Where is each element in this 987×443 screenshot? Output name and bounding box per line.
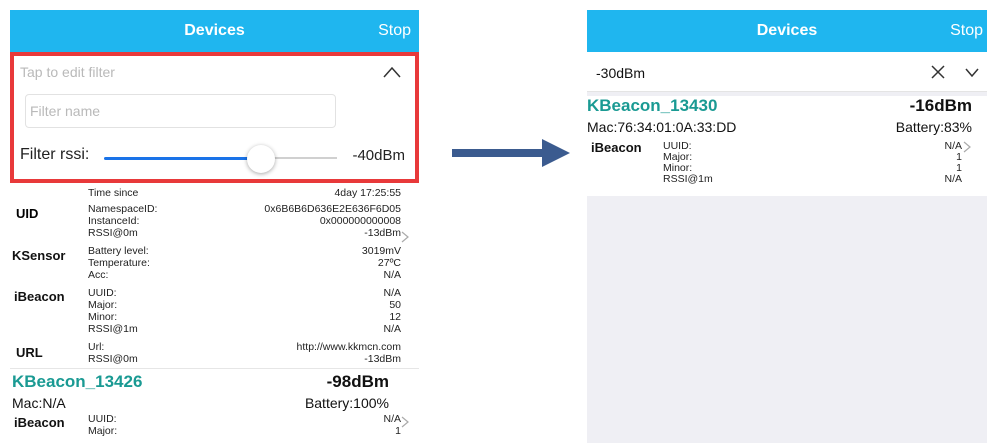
nav-bar: Devices Stop: [587, 10, 987, 52]
detail-row: Time since 4day 17:25:55: [88, 187, 401, 199]
detail-row: Major: 1: [88, 425, 401, 437]
detail-key: Major:: [88, 299, 118, 311]
nav-bar: Devices Stop: [10, 10, 419, 52]
filter-name-input[interactable]: [25, 94, 336, 128]
device-name: KBeacon_13426: [12, 372, 143, 391]
detail-row: Acc: N/A: [88, 269, 401, 281]
device-battery: Battery:83%: [895, 119, 972, 135]
detail-row: Major: 50: [88, 299, 401, 311]
detail-value: http://www.kkmcn.com: [296, 341, 401, 353]
chevron-up-icon[interactable]: [383, 66, 401, 78]
detail-value: -13dBm: [364, 227, 401, 239]
rssi-slider-thumb[interactable]: [247, 145, 275, 173]
filter-hint[interactable]: Tap to edit filter: [20, 64, 115, 80]
detail-value: 12: [389, 311, 401, 323]
detail-key: InstanceId:: [88, 215, 140, 227]
filter-bar: -30dBm: [587, 52, 987, 92]
device-battery: Battery:100%: [304, 395, 389, 411]
nav-title: Devices: [184, 22, 245, 39]
detail-row: RSSI@1m N/A: [663, 173, 962, 185]
detail-row: Temperature: 27ºC: [88, 257, 401, 269]
detail-value: 50: [389, 299, 401, 311]
detail-row: Minor: 12: [88, 311, 401, 323]
detail-key: RSSI@1m: [663, 173, 713, 185]
close-icon[interactable]: [931, 65, 945, 79]
right-screenshot: Devices Stop -30dBm KBeacon_13430 -16dBm…: [587, 10, 987, 443]
detail-key: Battery level:: [88, 245, 149, 257]
detail-value: 4day 17:25:55: [334, 187, 401, 199]
detail-row: UUID: N/A: [88, 287, 401, 299]
detail-key: RSSI@0m: [88, 227, 138, 239]
detail-value: N/A: [383, 287, 401, 299]
device-mac: Mac:N/A: [12, 395, 66, 411]
section-label-url: URL: [16, 345, 43, 360]
detail-key: RSSI@1m: [88, 323, 138, 335]
chevron-right-icon[interactable]: [401, 416, 409, 428]
detail-key: Minor:: [88, 311, 118, 323]
detail-value: 3019mV: [361, 245, 401, 257]
stop-button[interactable]: Stop: [378, 22, 411, 40]
detail-value: 0x000000000008: [319, 215, 401, 227]
section-label-ksensor: KSensor: [12, 248, 66, 263]
detail-key: RSSI@0m: [88, 353, 138, 365]
detail-value: 0x6B6B6D636E2E636F6D05: [264, 203, 401, 215]
detail-key: NamespaceID:: [88, 203, 158, 215]
detail-row: NamespaceID: 0x6B6B6D636E2E636F6D05: [88, 203, 401, 215]
detail-key: Major:: [88, 425, 118, 437]
chevron-right-icon[interactable]: [401, 231, 409, 243]
detail-row: InstanceId: 0x000000000008: [88, 215, 401, 227]
detail-value: N/A: [944, 173, 962, 185]
detail-value: N/A: [383, 269, 401, 281]
detail-key: UUID:: [88, 287, 117, 299]
filter-panel: Tap to edit filter Filter rssi: -40dBm: [10, 52, 419, 183]
detail-key: Time since: [88, 187, 139, 199]
detail-key: UUID:: [88, 413, 117, 425]
filter-rssi-value: -40dBm: [352, 147, 405, 164]
device-card[interactable]: KBeacon_13430 -16dBm Mac:76:34:01:0A:33:…: [587, 96, 987, 196]
section-label-uid: UID: [16, 206, 39, 221]
section-label-ibeacon: iBeacon: [14, 289, 65, 304]
detail-key: Acc:: [88, 269, 109, 281]
detail-value: N/A: [383, 323, 401, 335]
chevron-down-icon[interactable]: [965, 68, 979, 77]
detail-row: Battery level: 3019mV: [88, 245, 401, 257]
device-rssi: -98dBm: [326, 372, 389, 391]
detail-row: Url: http://www.kkmcn.com: [88, 341, 401, 353]
detail-row: RSSI@0m -13dBm: [88, 353, 401, 365]
detail-key: Temperature:: [88, 257, 150, 269]
arrow-right-icon: [452, 139, 570, 167]
detail-row: RSSI@1m N/A: [88, 323, 401, 335]
detail-value: 27ºC: [377, 257, 401, 269]
section-label-ibeacon: iBeacon: [591, 140, 642, 155]
stop-button[interactable]: Stop: [950, 22, 983, 40]
device-card[interactable]: KBeacon_13426 -98dBm Mac:N/A Battery:100…: [10, 368, 419, 437]
detail-row: UUID: N/A: [88, 413, 401, 425]
detail-key: Url:: [88, 341, 105, 353]
chevron-right-icon[interactable]: [963, 141, 971, 153]
section-label-ibeacon: iBeacon: [14, 415, 65, 430]
filter-rssi-label: Filter rssi:: [20, 146, 90, 163]
detail-row: RSSI@0m -13dBm: [88, 227, 401, 239]
device-mac: Mac:76:34:01:0A:33:DD: [587, 119, 737, 135]
detail-value: -13dBm: [364, 353, 401, 365]
left-screenshot: Devices Stop Tap to edit filter Filter r…: [10, 10, 419, 443]
device-rssi: -16dBm: [909, 96, 972, 115]
device-name: KBeacon_13430: [587, 96, 718, 115]
nav-title: Devices: [756, 22, 818, 39]
filter-value[interactable]: -30dBm: [596, 65, 645, 81]
rssi-slider-fill: [104, 157, 259, 160]
detail-value: N/A: [383, 413, 401, 425]
